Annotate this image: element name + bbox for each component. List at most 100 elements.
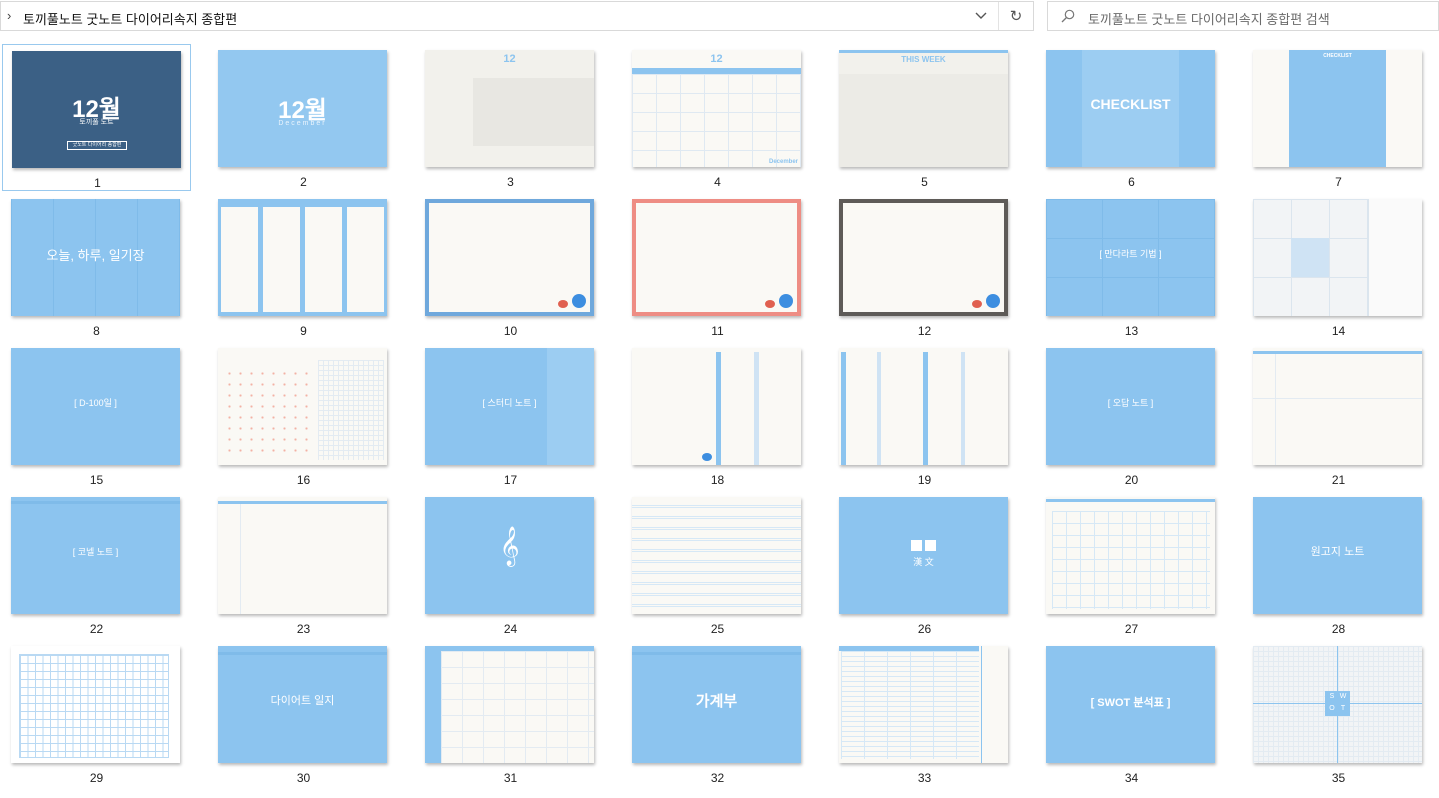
- file-name[interactable]: 11: [623, 324, 812, 338]
- file-name[interactable]: 9: [209, 324, 398, 338]
- file-item[interactable]: 19: [830, 342, 1019, 489]
- file-item[interactable]: 가계부 32: [623, 640, 812, 787]
- file-item[interactable]: [ D-100일 ] 15: [2, 342, 191, 489]
- file-item[interactable]: THIS WEEK 5: [830, 44, 1019, 191]
- column: [347, 207, 384, 312]
- file-item[interactable]: 10: [416, 193, 605, 340]
- file-name[interactable]: 18: [623, 473, 812, 487]
- file-name[interactable]: 33: [830, 771, 1019, 785]
- file-item[interactable]: 11: [623, 193, 812, 340]
- thumbnail: [1253, 199, 1422, 316]
- file-name[interactable]: 21: [1244, 473, 1433, 487]
- history-dropdown-icon[interactable]: [963, 2, 999, 30]
- file-name[interactable]: 25: [623, 622, 812, 636]
- file-name[interactable]: 12: [830, 324, 1019, 338]
- memo-grid: [318, 360, 384, 460]
- file-name[interactable]: 34: [1037, 771, 1226, 785]
- file-name[interactable]: 27: [1037, 622, 1226, 636]
- file-name[interactable]: 15: [2, 473, 191, 487]
- file-name[interactable]: 16: [209, 473, 398, 487]
- file-item[interactable]: 25: [623, 491, 812, 638]
- file-item[interactable]: [ 스터디 노트 ] 17: [416, 342, 605, 489]
- character-icon: [572, 294, 586, 308]
- file-item[interactable]: 27: [1037, 491, 1226, 638]
- file-name[interactable]: 26: [830, 622, 1019, 636]
- table-grid: [1052, 511, 1210, 609]
- file-item[interactable]: 21: [1244, 342, 1433, 489]
- center-panel: [1289, 50, 1386, 167]
- file-name[interactable]: 35: [1244, 771, 1433, 785]
- file-item[interactable]: [ SWOT 분석표 ] 34: [1037, 640, 1226, 787]
- file-name[interactable]: 28: [1244, 622, 1433, 636]
- thumbnail: [839, 348, 1008, 465]
- thumbnail: 12: [425, 50, 594, 167]
- file-item[interactable]: 12 December 4: [623, 44, 812, 191]
- file-name[interactable]: 4: [623, 175, 812, 189]
- file-name[interactable]: 8: [2, 324, 191, 338]
- address-path[interactable]: 토끼풀노트 굿노트 다이어리속지 종합편: [23, 9, 237, 28]
- file-item[interactable]: 29: [2, 640, 191, 787]
- file-name[interactable]: 31: [416, 771, 605, 785]
- character-icon: [986, 294, 1000, 308]
- file-item[interactable]: 18: [623, 342, 812, 489]
- file-item[interactable]: [ 만다라트 기법 ] 13: [1037, 193, 1226, 340]
- file-item[interactable]: 12월 토끼풀 노트 굿노트 다이어리 종합편 1: [2, 44, 191, 191]
- file-item[interactable]: [ 오답 노트 ] 20: [1037, 342, 1226, 489]
- file-name[interactable]: 22: [2, 622, 191, 636]
- file-name[interactable]: 7: [1244, 175, 1433, 189]
- file-item[interactable]: 오늘, 하루, 일기장 8: [2, 193, 191, 340]
- file-item[interactable]: 다이어트 일지 30: [209, 640, 398, 787]
- thumbnail: [218, 497, 387, 614]
- file-item[interactable]: CHECKLIST 7: [1244, 44, 1433, 191]
- file-item[interactable]: 9: [209, 193, 398, 340]
- rule: [1253, 398, 1422, 399]
- file-name[interactable]: 1: [3, 176, 192, 190]
- file-item[interactable]: 漢 文 26: [830, 491, 1019, 638]
- thumbnail: [ D-100일 ]: [11, 348, 180, 465]
- search-input[interactable]: 토끼풀노트 굿노트 다이어리속지 종합편 검색: [1088, 9, 1330, 28]
- file-item[interactable]: 12 3: [416, 44, 605, 191]
- column: [305, 207, 342, 312]
- thumbnail: CHECKLIST: [1253, 50, 1422, 167]
- file-name[interactable]: 3: [416, 175, 605, 189]
- file-item[interactable]: 𝄞 24: [416, 491, 605, 638]
- thumbnail: THIS WEEK: [839, 50, 1008, 167]
- file-name[interactable]: 10: [416, 324, 605, 338]
- file-item[interactable]: [ 코넬 노트 ] 22: [2, 491, 191, 638]
- file-name[interactable]: 29: [2, 771, 191, 785]
- breadcrumb-chevron-icon[interactable]: ›: [7, 8, 11, 23]
- file-item[interactable]: 16: [209, 342, 398, 489]
- file-name[interactable]: 23: [209, 622, 398, 636]
- file-item[interactable]: 원고지 노트 28: [1244, 491, 1433, 638]
- file-item[interactable]: 23: [209, 491, 398, 638]
- file-item[interactable]: 12월 December 2: [209, 44, 398, 191]
- file-name[interactable]: 14: [1244, 324, 1433, 338]
- file-name[interactable]: 13: [1037, 324, 1226, 338]
- file-name[interactable]: 6: [1037, 175, 1226, 189]
- block: [925, 540, 936, 551]
- address-bar[interactable]: › 토끼풀노트 굿노트 다이어리속지 종합편 ↻: [0, 1, 1034, 31]
- file-item[interactable]: CHECKLIST 6: [1037, 44, 1226, 191]
- file-name[interactable]: 32: [623, 771, 812, 785]
- file-name[interactable]: 5: [830, 175, 1019, 189]
- file-item[interactable]: S W O T 35: [1244, 640, 1433, 787]
- manuscript-grid: [19, 654, 169, 758]
- file-name[interactable]: 19: [830, 473, 1019, 487]
- file-item[interactable]: 31: [416, 640, 605, 787]
- file-name[interactable]: 30: [209, 771, 398, 785]
- file-name[interactable]: 24: [416, 622, 605, 636]
- file-name[interactable]: 2: [209, 175, 398, 189]
- thumbnail: [218, 348, 387, 465]
- top-strip: [632, 652, 801, 655]
- refresh-icon[interactable]: ↻: [999, 2, 1033, 30]
- file-name[interactable]: 20: [1037, 473, 1226, 487]
- file-item[interactable]: 14: [1244, 193, 1433, 340]
- file-item[interactable]: 33: [830, 640, 1019, 787]
- ledger-grid: [841, 651, 979, 759]
- file-name[interactable]: 17: [416, 473, 605, 487]
- rule: [1275, 354, 1276, 465]
- thumbnail: [1253, 348, 1422, 465]
- search-box[interactable]: 토끼풀노트 굿노트 다이어리속지 종합편 검색: [1047, 1, 1439, 31]
- top-strip: [218, 652, 387, 655]
- file-item[interactable]: 12: [830, 193, 1019, 340]
